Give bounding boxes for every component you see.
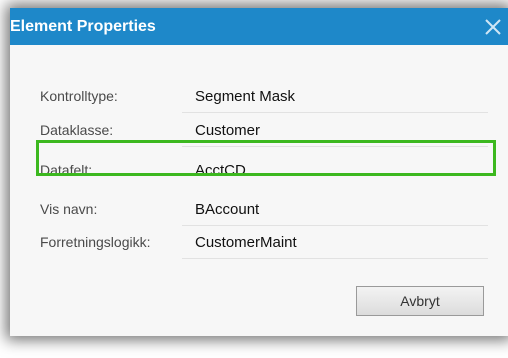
cancel-button[interactable]: Avbryt (356, 286, 484, 316)
property-label: Vis navn: (40, 201, 98, 217)
property-value: Customer (195, 122, 261, 139)
property-row-forretningslogikk: Forretningslogikk: CustomerMaint (28, 226, 488, 259)
property-row-vis-navn: Vis navn: BAccount (28, 193, 488, 226)
property-label: Dataklasse: (40, 122, 114, 138)
property-row-dataklasse: Dataklasse: Customer (28, 114, 488, 147)
row-divider (182, 146, 488, 147)
close-icon[interactable] (484, 18, 502, 36)
property-value: AcctCD (195, 162, 246, 179)
property-label: Forretningslogikk: (40, 234, 151, 250)
dialog-title: Element Properties (10, 18, 156, 35)
property-value: BAccount (195, 201, 260, 218)
property-label: Datafelt: (40, 162, 93, 178)
dialog-titlebar: Element Properties (10, 8, 508, 45)
property-label: Kontrolltype: (40, 88, 118, 104)
property-row-datafelt: Datafelt: AcctCD (28, 154, 488, 187)
property-row-kontrolltype: Kontrolltype: Segment Mask (28, 80, 488, 113)
property-value: Segment Mask (195, 88, 296, 105)
row-divider (182, 258, 488, 259)
row-divider (182, 112, 488, 113)
property-value: CustomerMaint (195, 234, 297, 251)
